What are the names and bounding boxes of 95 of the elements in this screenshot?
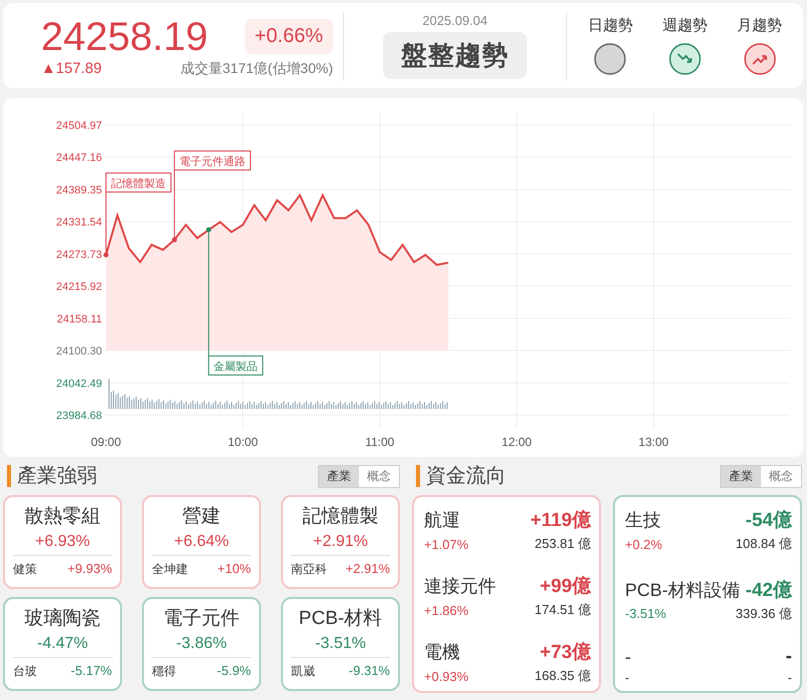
- volume-text: 成交量3171億(估增30%): [180, 60, 333, 78]
- stock-name: 凱崴: [291, 663, 315, 680]
- x-axis-label: 11:00: [365, 435, 394, 449]
- y-axis-label: 24447.16: [56, 152, 102, 164]
- sector-name: 生技: [625, 509, 661, 532]
- sector-name: -: [625, 646, 631, 668]
- turnover-text: 253.81 億: [534, 535, 591, 553]
- industry-change: -3.86%: [176, 635, 227, 653]
- tab[interactable]: 概念: [359, 466, 399, 486]
- sector-change: +0.2%: [625, 536, 662, 552]
- stock-change: -5.17%: [70, 663, 112, 680]
- industry-card[interactable]: 玻璃陶瓷 -4.47% 台玻 -5.17%: [3, 597, 122, 691]
- stock-name: 南亞科: [291, 561, 327, 578]
- sector-change: -3.51%: [625, 606, 666, 621]
- trend-label: 月趨勢: [737, 16, 782, 35]
- annotation-label: 金屬製品: [206, 227, 264, 376]
- x-axis-label: 10:00: [228, 435, 258, 449]
- section-title: 產業強弱: [7, 465, 97, 487]
- annotation-label: 記憶體製造: [104, 172, 172, 258]
- point: [172, 237, 177, 242]
- stock-change: +10%: [217, 561, 251, 578]
- stock-change: -9.31%: [348, 663, 390, 680]
- industry-name: 營建: [182, 505, 220, 529]
- point: [104, 252, 108, 258]
- tab[interactable]: 概念: [761, 466, 801, 486]
- x-axis-label: 09:00: [90, 435, 122, 449]
- x-axis-label: 13:00: [638, 435, 669, 449]
- sector-name: 連接元件: [424, 575, 496, 598]
- tab[interactable]: 產業: [319, 466, 359, 486]
- sector-name: PCB-材料設備: [625, 578, 740, 602]
- industry-name: 電子元件: [164, 607, 240, 631]
- y-axis-label: 24331.54: [56, 216, 102, 229]
- stock-change: -5.9%: [217, 663, 251, 680]
- y-axis-label: 24158.11: [56, 313, 102, 326]
- turnover-text: 339.36 億: [736, 604, 792, 622]
- sector-change: +0.93%: [424, 668, 468, 684]
- industry-change: -4.47%: [37, 635, 88, 653]
- x-axis-label: 12:00: [502, 435, 532, 449]
- stock-name: 健策: [13, 561, 37, 578]
- trend-up-icon: [744, 43, 776, 75]
- trend-label: 日趨勢: [588, 16, 633, 35]
- industry-card[interactable]: 記憶體製 +2.91% 南亞科 +2.91%: [281, 495, 400, 589]
- industry-name: 記憶體製: [302, 505, 378, 529]
- stock-name: 全坤建: [152, 561, 188, 578]
- tab[interactable]: 產業: [721, 466, 761, 486]
- change-points: ▲157.89: [41, 60, 102, 77]
- flow-amount: +99億: [540, 574, 591, 599]
- industry-change: +6.93%: [35, 533, 90, 551]
- industry-card[interactable]: 營建 +6.64% 全坤建 +10%: [142, 495, 261, 589]
- industry-name: 散熱零組: [24, 505, 100, 529]
- sector-change: +1.86%: [424, 602, 468, 618]
- turnover-text: 108.84 億: [736, 535, 792, 553]
- turnover-text: 174.51 億: [534, 601, 591, 619]
- index-price: 24258.19: [41, 14, 208, 60]
- date-text: 2025.09.04: [422, 12, 488, 28]
- turnover-text: 168.35 億: [534, 667, 591, 685]
- y-axis-label: 24100.30: [56, 346, 102, 358]
- industry-name: 玻璃陶瓷: [24, 607, 100, 631]
- trend-badge: 盤整趨勢: [383, 32, 527, 78]
- stock-change: +2.91%: [346, 561, 390, 578]
- trend-down-icon: [668, 43, 701, 75]
- industry-card[interactable]: 散熱零組 +6.93% 健策 +9.93%: [3, 495, 122, 589]
- circle-icon: [594, 43, 626, 75]
- industry-card[interactable]: 電子元件 -3.86% 穩得 -5.9%: [142, 597, 261, 691]
- flow-amount: -54億: [746, 508, 792, 533]
- flow-amount: -: [786, 646, 792, 668]
- section-title: 資金流向: [416, 465, 506, 487]
- stock-name: 穩得: [152, 663, 176, 680]
- turnover-text: -: [788, 670, 792, 685]
- sector-change: +1.07%: [424, 536, 468, 552]
- industry-change: +6.64%: [174, 533, 229, 551]
- y-axis-label: 24215.92: [56, 281, 102, 294]
- flow-amount: +119億: [530, 508, 591, 533]
- stock-change: +9.93%: [68, 561, 112, 578]
- y-axis-label: 24273.73: [56, 248, 102, 261]
- y-axis-label: 24504.97: [56, 120, 102, 132]
- industry-change: +2.91%: [313, 533, 368, 551]
- y-axis-label: 24042.49: [56, 378, 102, 390]
- trend-label: 週趨勢: [662, 16, 708, 35]
- annotation: 金屬製品: [214, 360, 258, 373]
- flow-amount: -42億: [746, 578, 792, 602]
- y-axis-label: 24389.35: [56, 184, 102, 196]
- industry-card[interactable]: PCB-材料 -3.51% 凱崴 -9.31%: [281, 597, 400, 691]
- annotation: 記憶體製造: [111, 177, 166, 190]
- y-axis-label: 23984.68: [56, 410, 102, 422]
- sector-name: 電機: [424, 641, 460, 664]
- sector-change: -: [625, 670, 630, 685]
- change-percent: +0.66%: [244, 19, 333, 54]
- flow-amount: +73億: [540, 640, 591, 665]
- annotation-label: 電子元件通路: [172, 150, 251, 242]
- industry-name: PCB-材料: [298, 607, 382, 631]
- industry-change: -3.51%: [315, 635, 366, 653]
- stock-name: 台玻: [13, 663, 37, 680]
- annotation: 電子元件通路: [179, 155, 246, 168]
- sector-name: 航運: [424, 509, 460, 532]
